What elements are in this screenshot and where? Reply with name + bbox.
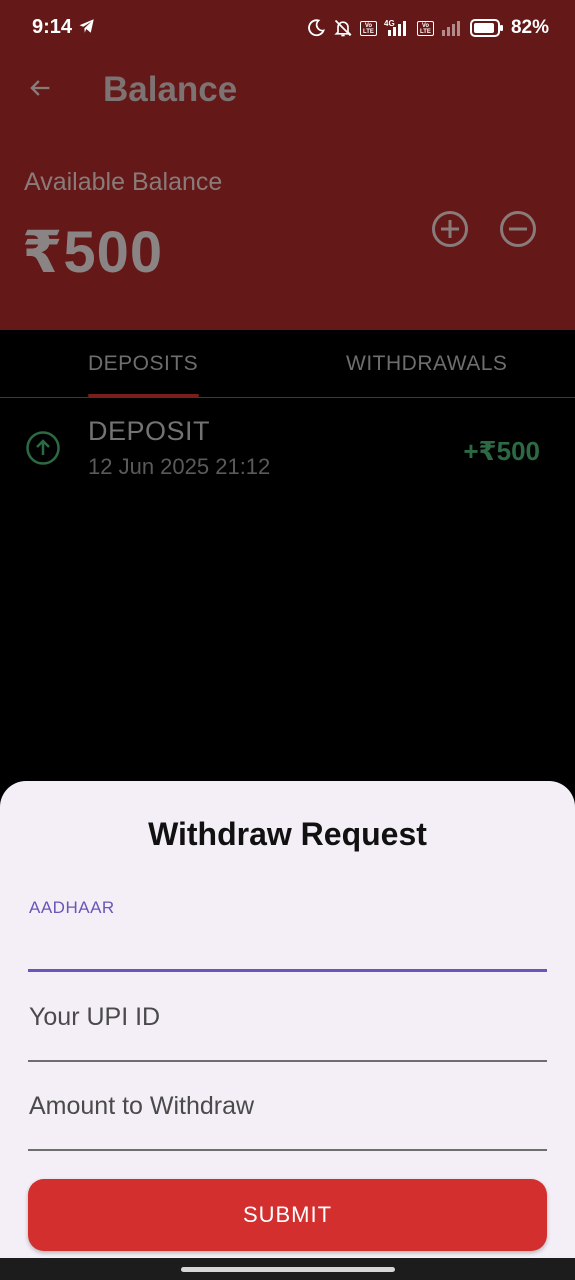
- tab-indicator: [88, 394, 199, 397]
- amount-underline: [28, 1149, 547, 1151]
- signal-weak-icon: [441, 18, 463, 38]
- available-balance-label: Available Balance: [24, 168, 223, 196]
- volte-icon-2: Vo LTE: [416, 20, 434, 36]
- bell-off-icon: [333, 18, 353, 38]
- signal-icon: 4G: [384, 18, 410, 38]
- page-title: Balance: [103, 70, 238, 109]
- tab-bar: DEPOSITS WITHDRAWALS: [0, 330, 575, 398]
- transaction-amount: +₹500: [463, 436, 540, 466]
- moon-icon: [306, 18, 326, 38]
- battery-percent: 82%: [510, 17, 549, 38]
- status-bar: 9:14 Vo LTE 4G Vo LTE 82%: [0, 0, 575, 56]
- balance-amount: ₹500: [22, 220, 164, 285]
- tab-deposits[interactable]: DEPOSITS: [88, 352, 198, 376]
- status-icons: Vo LTE 4G Vo LTE 82%: [306, 14, 549, 42]
- volte-icon: Vo LTE: [359, 20, 377, 36]
- upi-underline: [28, 1060, 547, 1062]
- tab-withdrawals[interactable]: WITHDRAWALS: [346, 352, 507, 376]
- transaction-type: DEPOSIT: [88, 416, 211, 446]
- telegram-icon: [78, 17, 96, 40]
- transaction-date: 12 Jun 2025 21:12: [88, 454, 271, 479]
- navigation-bar: [0, 1258, 575, 1280]
- submit-button[interactable]: SUBMIT: [28, 1179, 547, 1251]
- sheet-title: Withdraw Request: [148, 816, 427, 852]
- aadhaar-input[interactable]: [28, 911, 547, 967]
- home-gesture-handle[interactable]: [181, 1267, 395, 1272]
- withdraw-amount-input[interactable]: [28, 1076, 547, 1136]
- battery-icon: [469, 19, 504, 37]
- svg-text:4G: 4G: [384, 19, 395, 28]
- status-time: 9:14: [32, 16, 73, 38]
- aadhaar-underline: [28, 969, 547, 972]
- transaction-row[interactable]: DEPOSIT 12 Jun 2025 21:12 +₹500: [0, 400, 575, 490]
- minus-circle-icon[interactable]: [499, 210, 537, 248]
- plus-circle-icon[interactable]: [431, 210, 469, 248]
- upi-id-input[interactable]: [28, 987, 547, 1047]
- arrow-up-circle-icon: [25, 430, 61, 471]
- arrow-left-icon[interactable]: [26, 74, 54, 107]
- withdraw-request-sheet: Withdraw Request AADHAAR SUBMIT: [0, 781, 575, 1258]
- balance-header: Balance Available Balance ₹500: [0, 56, 575, 330]
